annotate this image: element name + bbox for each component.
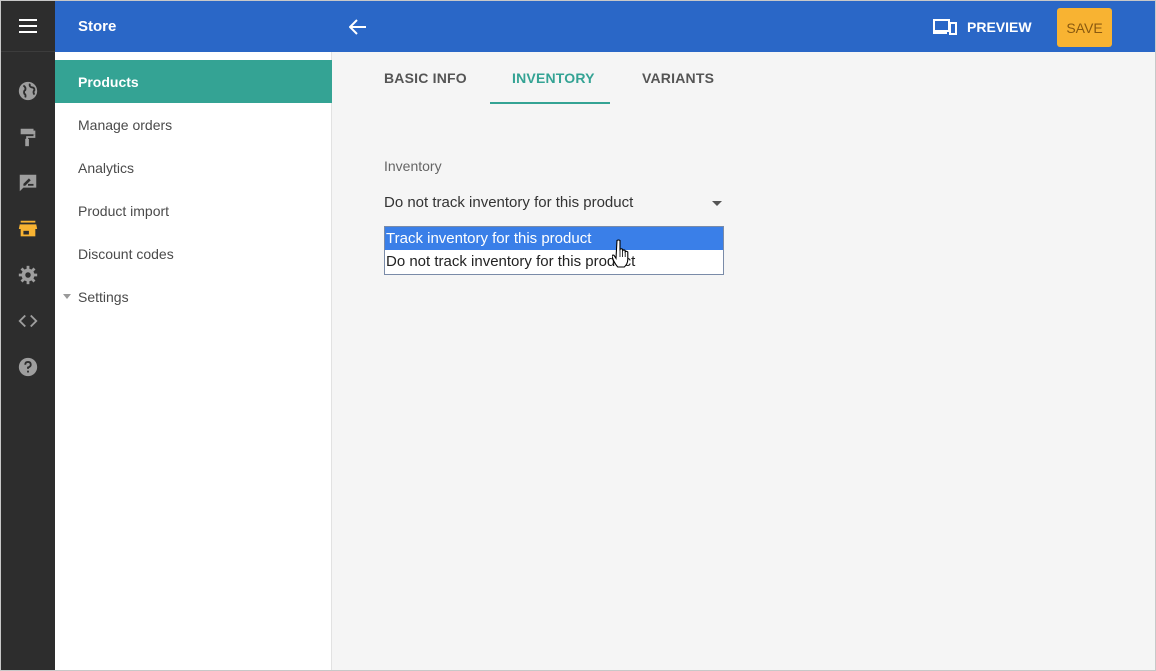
rail-item-settings[interactable] xyxy=(1,252,55,298)
sidebar-item-label: Manage orders xyxy=(78,116,173,133)
rail-item-code[interactable] xyxy=(1,298,55,344)
rail-item-globe[interactable] xyxy=(1,68,55,114)
inventory-label: Inventory xyxy=(384,158,442,174)
sidebar-item-settings[interactable]: Settings xyxy=(55,275,332,318)
sidebar-item-analytics[interactable]: Analytics xyxy=(55,146,332,189)
rail-item-store[interactable] xyxy=(1,206,55,252)
sidebar-item-label: Products xyxy=(78,73,139,90)
back-button[interactable] xyxy=(345,14,371,40)
inventory-select[interactable]: Do not track inventory for this product xyxy=(384,192,724,214)
rail-item-design[interactable] xyxy=(1,114,55,160)
app-title: Store xyxy=(78,18,117,35)
sidebar-item-discount-codes[interactable]: Discount codes xyxy=(55,232,332,275)
inventory-select-value: Do not track inventory for this product xyxy=(384,194,634,211)
sidebar-item-product-import[interactable]: Product import xyxy=(55,189,332,232)
caret-down-icon xyxy=(63,294,71,299)
top-bar: Store PREVIEW SAVE xyxy=(55,1,1155,52)
feedback-icon xyxy=(19,174,37,192)
option-do-not-track-inventory[interactable]: Do not track inventory for this product xyxy=(385,250,723,273)
sidebar-item-label: Product import xyxy=(78,202,170,219)
active-tab-indicator xyxy=(490,102,610,104)
tab-inventory[interactable]: INVENTORY xyxy=(512,52,595,104)
rail-item-help[interactable] xyxy=(1,344,55,390)
tab-variants[interactable]: VARIANTS xyxy=(642,52,714,104)
hand-pointer-icon xyxy=(612,239,629,268)
sidebar-item-manage-orders[interactable]: Manage orders xyxy=(55,103,332,146)
icon-rail xyxy=(1,1,55,671)
paint-roller-icon xyxy=(20,128,36,147)
gear-icon xyxy=(18,265,38,285)
tab-basic-info[interactable]: BASIC INFO xyxy=(384,52,467,104)
main-panel: BASIC INFO INVENTORY VARIANTS Inventory … xyxy=(332,52,1155,671)
sidebar-item-label: Discount codes xyxy=(78,245,174,262)
save-button[interactable]: SAVE xyxy=(1057,8,1112,47)
sidebar-item-products[interactable]: Products xyxy=(55,60,332,103)
arrow-left-icon xyxy=(349,19,366,35)
globe-icon xyxy=(18,81,38,101)
sidebar-item-label: Analytics xyxy=(78,159,135,176)
store-sidebar: Products Manage orders Analytics Product… xyxy=(55,52,332,671)
rail-item-content[interactable] xyxy=(1,160,55,206)
code-icon xyxy=(18,314,38,328)
caret-down-icon xyxy=(712,201,722,206)
preview-label: PREVIEW xyxy=(967,19,1032,35)
sidebar-item-label: Settings xyxy=(78,288,129,305)
option-track-inventory[interactable]: Track inventory for this product xyxy=(385,227,723,250)
store-icon xyxy=(18,220,38,237)
menu-icon xyxy=(19,19,37,33)
menu-button[interactable] xyxy=(1,1,55,52)
help-icon xyxy=(18,357,38,377)
preview-button[interactable]: PREVIEW xyxy=(933,15,1032,39)
inventory-dropdown-list: Track inventory for this product Do not … xyxy=(384,226,724,275)
devices-icon xyxy=(933,19,957,35)
